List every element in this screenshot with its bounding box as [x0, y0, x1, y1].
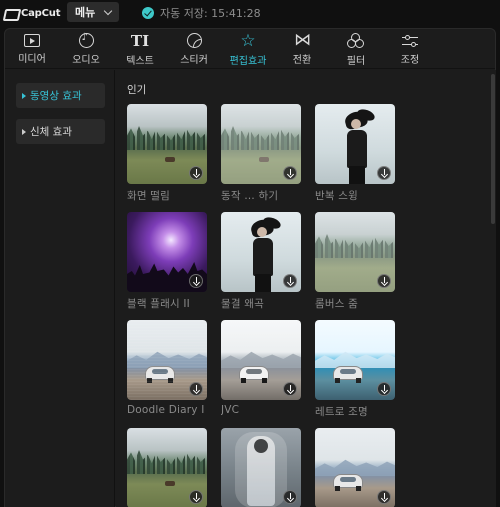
audio-icon	[78, 32, 94, 48]
effect-label: 반복 스윙	[315, 190, 358, 202]
effect-thumbnail	[127, 320, 207, 400]
effect-card[interactable]: 화면 떨림	[127, 104, 207, 203]
tab-sticker[interactable]: 스티커	[167, 29, 221, 69]
effect-card[interactable]: 반복 스윙	[315, 104, 395, 203]
effect-thumbnail	[221, 428, 301, 507]
effect-card[interactable]: 물결 왜곡	[221, 212, 301, 311]
effect-thumbnail	[127, 212, 207, 292]
tab-label: 미디어	[18, 54, 46, 65]
scrollbar[interactable]	[490, 70, 496, 507]
effect-thumbnail	[221, 104, 301, 184]
tab-label: 텍스트	[126, 56, 154, 67]
autosave-text: 자동 저장: 15:41:28	[160, 6, 261, 20]
chevron-down-icon	[103, 6, 113, 16]
scrollbar-thumb[interactable]	[491, 74, 495, 224]
download-icon[interactable]	[189, 490, 203, 504]
section-title: 인기	[127, 84, 147, 96]
tab-label: 오디오	[72, 55, 100, 66]
download-icon[interactable]	[377, 490, 391, 504]
effect-thumbnail	[315, 320, 395, 400]
sidebar-item-video-effects[interactable]: 동영상 효과	[16, 83, 105, 108]
effect-card[interactable]	[221, 428, 301, 507]
effects-grid: 인기 화면 떨림 동작 … 하기 반복 스윙 블랙 플래시 II 물결 왜곡 롬…	[116, 70, 496, 507]
tab-adjust[interactable]: 조정	[383, 29, 437, 69]
media-icon	[24, 34, 40, 47]
tab-filter[interactable]: 필터	[329, 29, 383, 69]
effect-thumbnail	[127, 104, 207, 184]
effect-label: 레트로 조명	[315, 406, 368, 418]
effect-thumbnail	[315, 212, 395, 292]
effect-thumbnail	[315, 104, 395, 184]
category-tabs: 미디어 오디오 TI 텍스트 스티커 ☆ 편집효과 전환 필터	[5, 29, 495, 69]
tab-audio[interactable]: 오디오	[59, 29, 113, 69]
download-icon[interactable]	[377, 274, 391, 288]
download-icon[interactable]	[283, 166, 297, 180]
effect-card[interactable]: Doodle Diary I	[127, 320, 207, 416]
effect-card[interactable]: 블랙 플래시 II	[127, 212, 207, 311]
tab-media[interactable]: 미디어	[5, 29, 59, 69]
effect-card[interactable]	[127, 428, 207, 507]
filter-icon	[347, 33, 365, 49]
tab-effects[interactable]: ☆ 편집효과	[221, 29, 275, 69]
menu-label: 메뉴	[75, 6, 96, 19]
download-icon[interactable]	[377, 382, 391, 396]
effect-card[interactable]: JVC	[221, 320, 301, 416]
menu-button[interactable]: 메뉴	[67, 2, 119, 22]
effect-thumbnail	[127, 428, 207, 507]
download-icon[interactable]	[189, 274, 203, 288]
download-icon[interactable]	[189, 382, 203, 396]
download-icon[interactable]	[377, 166, 391, 180]
effects-panel: 미디어 오디오 TI 텍스트 스티커 ☆ 편집효과 전환 필터	[4, 28, 496, 507]
tab-label: 필터	[346, 56, 366, 67]
title-bar: CapCut 메뉴 자동 저장: 15:41:28	[0, 0, 500, 26]
effect-thumbnail	[221, 212, 301, 292]
app-logo: CapCut	[4, 5, 60, 21]
download-icon[interactable]	[189, 166, 203, 180]
adjust-icon	[402, 34, 418, 48]
sidebar-item-label: 동영상 효과	[30, 90, 82, 102]
text-icon: TI	[130, 32, 150, 50]
app-name: CapCut	[21, 7, 61, 19]
tab-label: 스티커	[180, 55, 208, 66]
tab-label: 조정	[400, 55, 420, 66]
tab-label: 전환	[292, 55, 312, 66]
tab-transition[interactable]: 전환	[275, 29, 329, 69]
sticker-icon	[186, 33, 202, 48]
effect-label: Doodle Diary I	[127, 404, 205, 416]
caret-right-icon	[22, 128, 26, 135]
sidebar-item-label: 신체 효과	[30, 126, 72, 138]
sidebar-item-body-effects[interactable]: 신체 효과	[16, 119, 105, 144]
effect-thumbnail	[315, 428, 395, 507]
tab-label: 편집효과	[229, 56, 267, 67]
download-icon[interactable]	[283, 382, 297, 396]
caret-right-icon	[22, 92, 26, 99]
download-icon[interactable]	[283, 274, 297, 288]
effects-icon: ☆	[240, 31, 256, 51]
check-circle-icon	[142, 6, 154, 19]
autosave-status: 자동 저장: 15:41:28	[142, 5, 261, 20]
effect-label: 롬버스 줌	[315, 298, 358, 310]
effect-label: JVC	[221, 404, 240, 416]
transition-icon	[293, 30, 311, 50]
effect-card[interactable]	[315, 428, 395, 507]
effect-label: 블랙 플래시 II	[127, 298, 190, 310]
tab-text[interactable]: TI 텍스트	[113, 29, 167, 69]
effect-label: 화면 떨림	[127, 190, 170, 202]
effect-card[interactable]: 레트로 조명	[315, 320, 395, 419]
effect-label: 동작 … 하기	[221, 190, 279, 202]
effect-thumbnail	[221, 320, 301, 400]
capcut-logo-icon	[4, 7, 18, 19]
effects-sidebar: 동영상 효과 신체 효과	[5, 70, 115, 507]
effect-card[interactable]: 롬버스 줌	[315, 212, 395, 311]
effect-label: 물결 왜곡	[221, 298, 264, 310]
effect-card[interactable]: 동작 … 하기	[221, 104, 301, 203]
download-icon[interactable]	[283, 490, 297, 504]
